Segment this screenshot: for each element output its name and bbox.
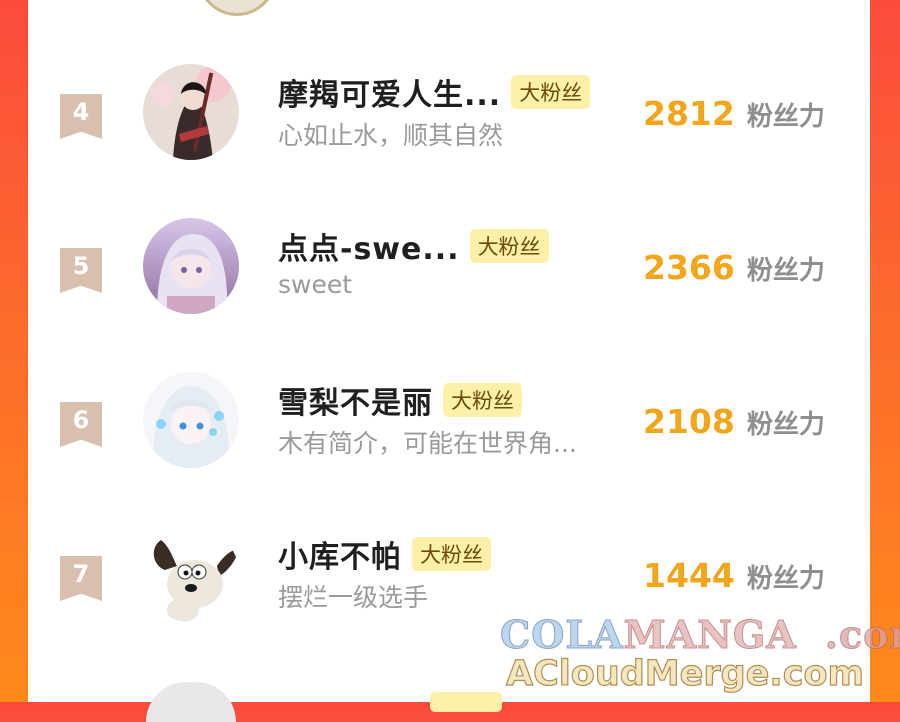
user-bio: 木有简介，可能在世界角... [278,429,577,458]
list-item[interactable]: 6 雪梨不是丽 大粉丝 木有简介，可能在世界角... 2108 粉丝力 [28,372,870,482]
list-item[interactable]: 5 点点-swe... 大粉丝 sweet 2366 粉丝力 [28,218,870,328]
fan-level-badge: 大粉丝 [412,537,491,571]
list-item[interactable]: 4 摩羯可爱人生... 大粉丝 心如止水，顺其自然 2812 粉丝力 [28,64,870,174]
watermark-colamanga: COLAMANGA .com [500,612,900,658]
fan-power-unit: 粉丝力 [746,102,825,132]
fan-power: 2366 粉丝力 [643,248,825,287]
fan-power-value: 2812 [643,94,735,133]
watermark-text-cola: COLA [500,612,624,658]
name-line: 摩羯可爱人生... 大粉丝 [278,70,591,114]
fan-power-value: 1444 [643,556,735,595]
fan-level-badge [430,692,502,712]
user-bio: sweet [278,270,353,299]
name-line: 点点-swe... 大粉丝 [278,224,549,268]
avatar-anime-swordsman-icon[interactable] [143,64,239,160]
rank-badge: 7 [60,556,102,601]
watermark-text-com: .com [824,612,900,658]
watermark-acloudmerge: ACloudMerge.com [505,653,864,694]
avatar-anime-girl-white-hair-icon[interactable] [143,372,239,468]
user-name[interactable]: 摩羯可爱人生... [278,70,501,114]
rank-badge: 5 [60,248,102,293]
name-line: 小库不帕 大粉丝 [278,532,491,576]
fan-level-badge: 大粉丝 [511,75,591,109]
user-name[interactable]: 雪梨不是丽 [278,378,433,422]
rank-badge: 6 [60,402,102,447]
rank-badge: 4 [60,94,102,139]
name-line: 雪梨不是丽 大粉丝 [278,378,522,422]
fan-level-badge: 大粉丝 [469,229,549,263]
fan-power: 2108 粉丝力 [643,402,825,441]
fan-power-unit: 粉丝力 [746,564,825,594]
user-name[interactable]: 小库不帕 [278,532,402,576]
fan-power: 2812 粉丝力 [643,94,825,133]
fan-power: 1444 粉丝力 [643,556,825,595]
user-bio: 摆烂一级选手 [278,583,429,612]
avatar-cartoon-dog-icon[interactable] [143,526,239,622]
avatar-anime-girl-purple-icon[interactable] [143,218,239,314]
fan-power-unit: 粉丝力 [746,256,825,286]
avatar[interactable] [146,682,236,722]
fan-level-badge: 大粉丝 [443,383,522,417]
user-name[interactable]: 点点-swe... [278,224,460,268]
user-bio: 心如止水，顺其自然 [278,121,504,150]
watermark-text-manga: MANGA [623,612,797,658]
avatar[interactable] [196,0,278,16]
fan-power-unit: 粉丝力 [746,410,825,440]
fan-power-value: 2108 [643,402,735,441]
fan-power-value: 2366 [643,248,735,287]
ranking-panel: 4 摩羯可爱人生... 大粉丝 心如止水，顺其自然 2812 粉丝力 5 点点-… [28,0,870,722]
